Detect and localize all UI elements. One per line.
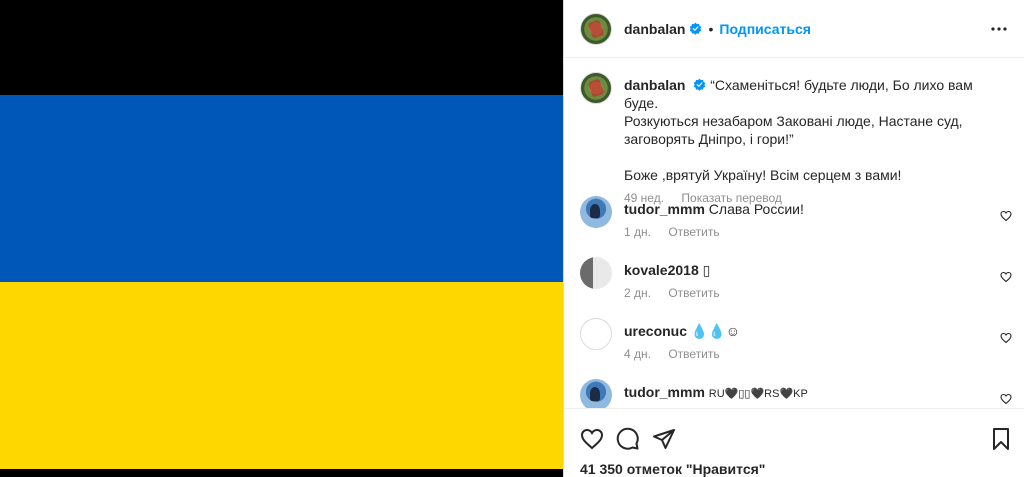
comment-text: ▯: [702, 262, 711, 278]
commenter-username[interactable]: kovale2018: [624, 262, 699, 278]
post-actions-bar: [564, 408, 1024, 460]
flag-top-black-band: [0, 0, 563, 95]
commenter-avatar[interactable]: [580, 257, 612, 289]
commenter-username[interactable]: tudor_mmm: [624, 201, 705, 217]
like-heart-icon[interactable]: [580, 427, 604, 451]
like-comment-heart-icon[interactable]: [1000, 210, 1012, 222]
caption-line-3: заговорять Дніпро, і гори!”: [624, 131, 794, 147]
likes-count[interactable]: 41 350 отметок "Нравится": [580, 461, 765, 477]
commenter-avatar[interactable]: [580, 318, 612, 350]
more-options-button[interactable]: [989, 17, 1009, 41]
caption-author-avatar[interactable]: [580, 72, 612, 104]
more-horizontal-icon: [991, 27, 1007, 31]
caption-text: danbalan “Схаменіться! будьте люди, Бо л…: [624, 76, 979, 184]
flag-blue-stripe: [0, 95, 563, 282]
caption-line-2: Розкуються незабаром Заковані люде, Наст…: [624, 113, 963, 129]
reply-button[interactable]: Ответить: [668, 225, 719, 239]
reply-button[interactable]: Ответить: [668, 286, 719, 300]
commenter-username[interactable]: tudor_mmm: [624, 384, 705, 400]
comment-bubble-icon[interactable]: [616, 427, 640, 451]
like-comment-heart-icon[interactable]: [1000, 393, 1012, 405]
post-image[interactable]: [0, 0, 563, 477]
author-username[interactable]: danbalan: [624, 21, 685, 37]
commenter-avatar[interactable]: [580, 196, 612, 228]
flag-bottom-black-band: [0, 469, 563, 477]
like-comment-heart-icon[interactable]: [1000, 332, 1012, 344]
reply-button[interactable]: Ответить: [668, 347, 719, 361]
comment-time: 4 дн.: [624, 347, 651, 361]
follow-button[interactable]: Подписаться: [719, 21, 811, 37]
share-send-icon[interactable]: [652, 427, 676, 451]
commenter-avatar[interactable]: [580, 379, 612, 408]
post-header: danbalan • Подписаться: [564, 0, 1024, 58]
like-comment-heart-icon[interactable]: [1000, 271, 1012, 283]
post-sidebar: danbalan • Подписаться danbalan “Схамені…: [563, 0, 1024, 477]
comment-time: 2 дн.: [624, 286, 651, 300]
caption-line-4: Боже ,врятуй Україну! Всім серцем з вами…: [624, 167, 902, 183]
flag-yellow-stripe: [0, 282, 563, 469]
comment-text: Слава России!: [708, 201, 804, 217]
comment-text: 💧💧☺: [690, 323, 741, 339]
comments-list[interactable]: danbalan “Схаменіться! будьте люди, Бо л…: [564, 58, 1024, 408]
comment-text: RU🖤▯▯🖤RS🖤KP: [708, 388, 808, 400]
caption-author-username[interactable]: danbalan: [624, 77, 685, 93]
verified-badge-icon: [690, 22, 702, 35]
save-bookmark-icon[interactable]: [989, 427, 1013, 451]
commenter-username[interactable]: ureconuc: [624, 323, 687, 339]
author-avatar[interactable]: [580, 12, 612, 45]
comment-time: 1 дн.: [624, 225, 651, 239]
separator-dot: •: [708, 20, 714, 37]
verified-badge-icon: [694, 78, 706, 91]
